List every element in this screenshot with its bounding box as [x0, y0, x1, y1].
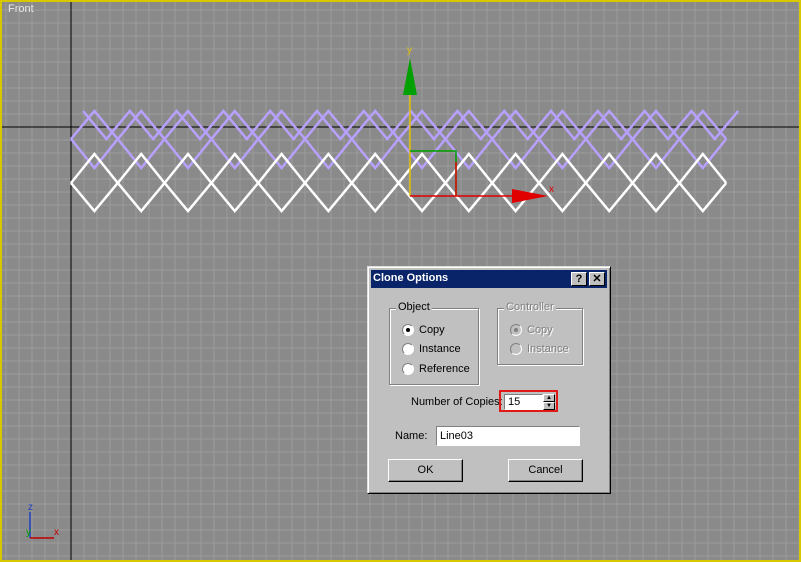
controller-radio-copy-dot	[510, 324, 522, 336]
spinner-down-icon[interactable]: ▼	[543, 402, 555, 410]
radio-reference-label[interactable]: Reference	[419, 363, 470, 375]
ok-button[interactable]: OK	[388, 459, 463, 482]
gizmo-y-label: y	[407, 45, 412, 56]
clone-options-dialog: Clone Options ? ✕ Object Copy Instance R…	[367, 266, 611, 494]
object-group: Object Copy Instance Reference	[389, 301, 479, 385]
controller-radio-copy-label: Copy	[527, 324, 553, 336]
gizmo-x-label: x	[549, 184, 554, 195]
copies-spinner[interactable]: ▲ ▼	[543, 394, 555, 410]
radio-reference-dot[interactable]	[402, 363, 414, 375]
dialog-title: Clone Options	[373, 272, 449, 284]
radio-copy-label[interactable]: Copy	[419, 324, 445, 336]
viewport-label[interactable]: Front	[8, 3, 34, 15]
cancel-button[interactable]: Cancel	[508, 459, 583, 482]
object-group-legend: Object	[396, 301, 432, 313]
controller-group: Controller Copy Instance	[497, 301, 583, 365]
copies-input[interactable]	[504, 394, 543, 410]
corner-z-label: z	[28, 502, 33, 513]
gizmo-x-arrow	[512, 189, 548, 203]
close-button[interactable]: ✕	[589, 272, 605, 286]
corner-x-label: x	[54, 527, 59, 538]
help-button[interactable]: ?	[571, 272, 587, 286]
controller-radio-instance-label: Instance	[527, 343, 569, 355]
spinner-up-icon[interactable]: ▲	[543, 394, 555, 402]
controller-group-legend: Controller	[504, 301, 556, 313]
controller-radio-instance-dot	[510, 343, 522, 355]
corner-y-label: y	[26, 527, 31, 538]
radio-copy-dot[interactable]	[402, 324, 414, 336]
selected-zigzag-b	[70, 181, 728, 213]
radio-instance-dot[interactable]	[402, 343, 414, 355]
name-input[interactable]	[436, 426, 580, 446]
radio-instance-label[interactable]: Instance	[419, 343, 461, 355]
name-label: Name:	[395, 430, 428, 442]
copies-label: Number of Copies:	[411, 396, 503, 408]
dialog-titlebar[interactable]: Clone Options ? ✕	[371, 270, 607, 288]
gizmo-y-arrow	[403, 58, 417, 95]
